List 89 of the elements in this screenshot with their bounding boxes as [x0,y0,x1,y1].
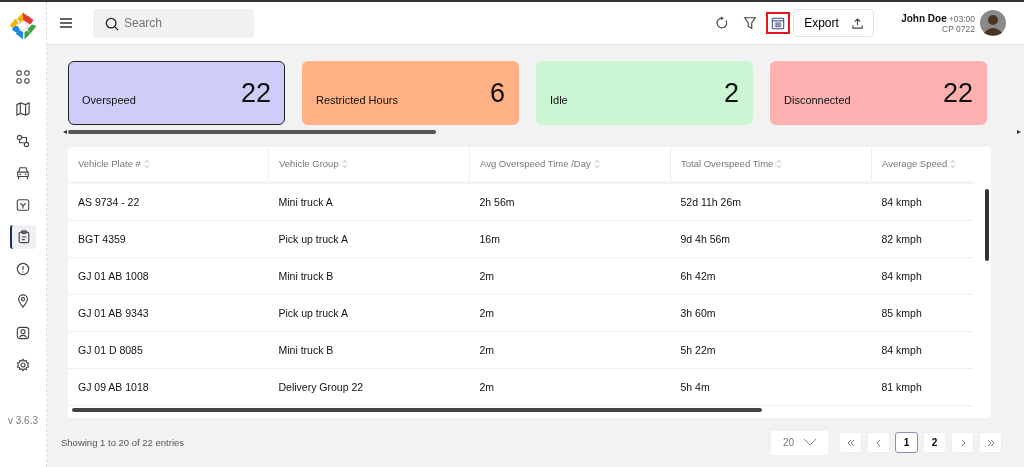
table-cell: GJ 01 AB 9343 [68,294,269,332]
sort-icon [776,159,783,170]
chevron-down-icon [804,439,816,447]
table-cell: GJ 01 D 8085 [68,331,269,369]
card-label: Overspeed [82,93,136,106]
user-code: CP 0722 [942,23,975,34]
vertical-scrollbar[interactable] [985,188,989,261]
card-count: 2 [723,77,739,109]
status-card[interactable]: Restricted Hours 6 [302,61,519,125]
status-card[interactable]: Overspeed 22 [68,61,285,125]
map-icon [16,102,30,116]
column-header[interactable]: Avg Overspeed Time /Day [469,146,671,183]
status-card[interactable]: Disconnected 22 [770,61,987,125]
table-cell: 2m [469,257,671,295]
table-cell: 2m [469,368,671,406]
search-field[interactable]: Search [93,8,254,38]
table-cell: 2m [469,294,671,332]
card-label: Restricted Hours [316,93,398,106]
nav-item[interactable] [10,225,36,249]
table-cell: 2h 56m [469,182,671,221]
menu-icon[interactable] [60,18,72,28]
column-header[interactable]: Average Speed [871,146,973,183]
table-cell: AS 9734 - 22 [68,182,269,221]
table-cell: 84 kmph [871,331,973,369]
table-cell: Pick up truck A [268,294,470,332]
card-count: 6 [489,77,505,109]
page-button[interactable]: 1 [895,432,918,454]
car-icon [16,166,30,180]
table-cell: 3h 60m [670,294,872,332]
last-page-button[interactable] [979,432,1002,454]
table-cell: 5h 22m [670,331,872,369]
user-timezone: +03:00 [948,13,975,24]
sort-icon [341,159,348,170]
calendar-icon [771,16,786,30]
table-cell: Delivery Group 22 [268,368,470,406]
alert-icon [16,262,30,276]
scrollbar-thumb[interactable] [68,129,436,134]
filter-icon [743,16,758,30]
table-cell: 9d 4h 56m [670,220,872,258]
sort-icon [143,159,150,170]
settings-icon [16,358,30,372]
table-cell: BGT 4359 [68,220,269,258]
table-cell: Mini truck A [268,182,470,221]
column-header[interactable]: Total Overspeed Time [670,146,872,183]
table-cell: Pick up truck A [268,220,470,258]
box-icon [16,198,30,212]
card-count: 22 [942,77,973,109]
grid-icon [16,70,30,84]
status-card[interactable]: Idle 2 [536,61,753,125]
table-cell: 5h 4m [670,368,872,406]
table-cell: 16m [469,220,671,258]
calendar-button[interactable] [766,12,791,34]
card-label: Disconnected [784,93,851,106]
table-cell: GJ 09 AB 1018 [68,368,269,406]
page-button[interactable]: 2 [923,432,946,454]
page-size-select[interactable]: 20 [771,430,828,455]
search-icon [105,16,119,31]
last-page-icon [986,438,995,447]
first-page-button[interactable] [839,432,862,454]
table-cell: GJ 01 AB 1008 [68,257,269,295]
clipboard-icon [17,230,31,244]
version-label: v 3.6.3 [8,415,38,426]
route-icon [16,134,30,148]
upload-icon [852,17,864,29]
first-page-icon [846,438,855,447]
table-cell: 85 kmph [871,294,973,332]
card-label: Idle [550,93,568,106]
table-cell: Mini truck B [268,331,470,369]
entries-summary: Showing 1 to 20 of 22 entries [61,437,185,449]
scroll-right-icon[interactable] [1017,129,1021,134]
column-header[interactable]: Vehicle Group [268,146,470,183]
previous-page-icon [874,438,883,447]
logo-icon [8,11,38,41]
table-cell: Mini truck B [268,257,470,295]
user-icon [16,326,30,340]
export-button[interactable]: Export [793,9,875,37]
sort-icon [593,159,600,170]
sort-icon [950,159,957,170]
table-cell: 6h 42m [670,257,872,295]
location-pin-icon [16,294,30,308]
avatar-icon[interactable] [980,10,1006,36]
table-cell: 52d 11h 26m [670,182,872,221]
card-count: 22 [240,77,271,109]
column-header[interactable]: Vehicle Plate # [68,146,269,183]
refresh-icon [715,16,730,30]
table-cell: 81 kmph [871,368,973,406]
table-cell: 2m [469,331,671,369]
user-name: John Doe [901,12,947,24]
horizontal-scrollbar[interactable] [72,408,762,413]
